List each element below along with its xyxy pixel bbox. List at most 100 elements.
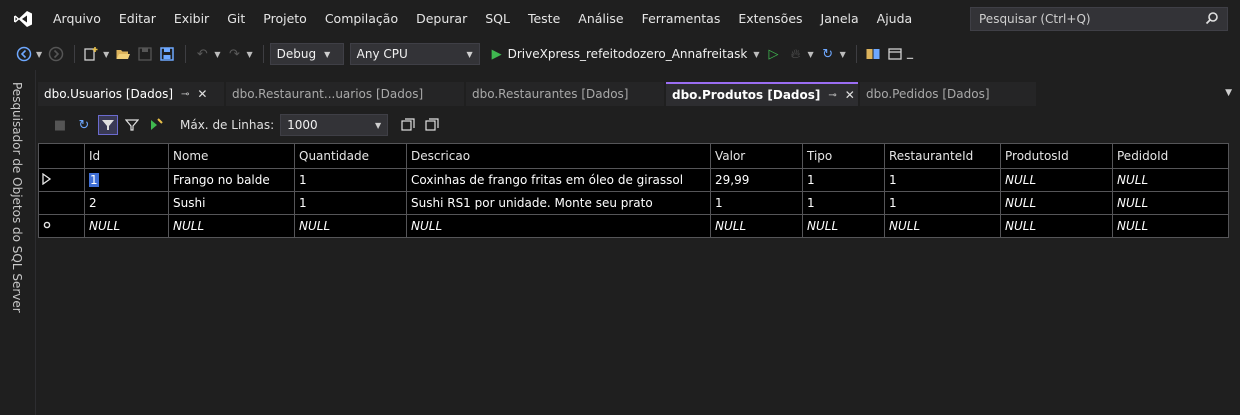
column-header[interactable]: ProdutosId <box>1000 143 1113 169</box>
current-row-arrow-icon[interactable] <box>38 168 85 192</box>
table-cell[interactable]: NULL <box>1000 168 1113 192</box>
table-cell[interactable]: NULL <box>884 214 1001 238</box>
menu-teste[interactable]: Teste <box>519 0 569 38</box>
column-header[interactable]: Quantidade <box>294 143 407 169</box>
open-file-icon[interactable] <box>113 44 133 64</box>
toolbar-separator <box>855 45 857 63</box>
tab-pedidos[interactable]: dbo.Pedidos [Dados] <box>860 82 1036 106</box>
menu-compilacao[interactable]: Compilação <box>316 0 407 38</box>
visual-studio-logo-icon[interactable] <box>12 8 34 30</box>
menu-exibir[interactable]: Exibir <box>165 0 218 38</box>
new-row-star-icon[interactable] <box>38 214 85 238</box>
pin-icon[interactable]: ⊸ <box>181 89 189 100</box>
menu-ajuda[interactable]: Ajuda <box>868 0 922 38</box>
table-cell[interactable]: 1 <box>294 191 407 215</box>
row-header-corner[interactable] <box>38 143 85 169</box>
table-cell[interactable]: 1 <box>802 191 885 215</box>
pane-icon[interactable] <box>398 115 418 135</box>
solution-explorer-icon[interactable] <box>863 44 883 64</box>
filter-active-icon[interactable] <box>98 115 118 135</box>
tab-restaurantes-usuarios[interactable]: dbo.Restaurant...uarios [Dados] <box>226 82 464 106</box>
table-cell[interactable]: NULL <box>406 214 711 238</box>
tab-restaurantes[interactable]: dbo.Restaurantes [Dados] <box>466 82 664 106</box>
menu-git[interactable]: Git <box>218 0 254 38</box>
row-header[interactable] <box>38 191 85 215</box>
solution-configuration-value: Debug <box>276 47 317 61</box>
tab-label: dbo.Restaurant...uarios [Dados] <box>232 87 424 101</box>
menu-arquivo[interactable]: Arquivo <box>44 0 110 38</box>
menu-analise[interactable]: Análise <box>569 0 632 38</box>
menu-ferramentas[interactable]: Ferramentas <box>633 0 730 38</box>
toolbar-overflow-icon[interactable]: ▁ <box>907 50 913 59</box>
sql-server-object-explorer-tab[interactable]: Pesquisador de Objetos do SQL Server <box>10 82 24 313</box>
menu-extensoes[interactable]: Extensões <box>729 0 811 38</box>
search-input[interactable]: Pesquisar (Ctrl+Q) <box>970 7 1228 31</box>
navigate-forward-icon <box>46 44 66 64</box>
max-rows-label: Máx. de Linhas: <box>180 118 275 132</box>
table-cell[interactable]: Sushi RS1 por unidade. Monte seu prato <box>406 191 711 215</box>
table-cell[interactable]: NULL <box>1112 191 1229 215</box>
menu-projeto[interactable]: Projeto <box>254 0 316 38</box>
navigate-back-dropdown-icon[interactable]: ▼ <box>36 50 42 59</box>
navigate-back-icon[interactable] <box>14 44 34 64</box>
table-cell[interactable]: 1 <box>294 168 407 192</box>
table-cell[interactable]: 1 <box>802 168 885 192</box>
play-icon: ▶ <box>491 46 502 62</box>
table-cell[interactable]: NULL <box>84 214 169 238</box>
table-cell[interactable]: Coxinhas de frango fritas em óleo de gir… <box>406 168 711 192</box>
column-header[interactable]: Tipo <box>802 143 885 169</box>
table-cell[interactable]: NULL <box>294 214 407 238</box>
menu-janela[interactable]: Janela <box>812 0 868 38</box>
pane-alt-icon[interactable] <box>422 115 442 135</box>
undo-icon: ↶ <box>196 46 208 62</box>
menu-sql[interactable]: SQL <box>476 0 519 38</box>
column-header[interactable]: PedidoId <box>1112 143 1229 169</box>
table-cell[interactable]: NULL <box>168 214 295 238</box>
window-layout-icon[interactable] <box>885 44 905 64</box>
refresh-dropdown-icon[interactable]: ▼ <box>840 50 846 59</box>
table-cell[interactable]: 1 <box>884 191 1001 215</box>
table-cell[interactable]: 1 <box>84 168 169 192</box>
close-icon[interactable]: ✕ <box>197 87 207 101</box>
new-project-dropdown-icon[interactable]: ▼ <box>103 50 109 59</box>
table-cell[interactable]: 29,99 <box>710 168 803 192</box>
new-row[interactable]: NULL NULL NULL NULL NULL NULL NULL NULL … <box>38 214 1229 238</box>
start-without-debugging-icon[interactable]: ▷ <box>764 44 784 64</box>
table-cell[interactable]: 1 <box>710 191 803 215</box>
table-cell[interactable]: NULL <box>1000 191 1113 215</box>
close-icon[interactable]: ✕ <box>845 88 855 102</box>
table-cell[interactable]: 2 <box>84 191 169 215</box>
save-all-icon[interactable] <box>157 44 177 64</box>
table-cell[interactable]: Frango no balde <box>168 168 295 192</box>
pin-icon[interactable]: ⊸ <box>828 90 836 101</box>
script-icon[interactable] <box>146 115 166 135</box>
column-header[interactable]: Descricao <box>406 143 711 169</box>
startup-project-dropdown-icon[interactable]: ▼ <box>753 50 759 59</box>
table-cell[interactable]: NULL <box>1000 214 1113 238</box>
new-project-icon[interactable] <box>81 44 101 64</box>
start-debugging-button[interactable]: ▶ DriveXpress_refeitodozero_Annafreitask… <box>492 47 764 62</box>
filter-icon[interactable] <box>122 115 142 135</box>
column-header[interactable]: Valor <box>710 143 803 169</box>
table-cell[interactable]: NULL <box>802 214 885 238</box>
table-cell[interactable]: NULL <box>1112 168 1229 192</box>
table-row[interactable]: 2 Sushi 1 Sushi RS1 por unidade. Monte s… <box>38 191 1229 215</box>
table-cell[interactable]: NULL <box>710 214 803 238</box>
solution-configuration-select[interactable]: Debug ▼ <box>269 43 344 65</box>
tab-produtos[interactable]: dbo.Produtos [Dados] ⊸ ✕ <box>666 82 858 106</box>
table-row[interactable]: 1 Frango no balde 1 Coxinhas de frango f… <box>38 168 1229 192</box>
refresh-icon[interactable]: ↻ <box>818 44 838 64</box>
tab-usuarios[interactable]: dbo.Usuarios [Dados] ⊸ ✕ <box>38 82 224 106</box>
column-header[interactable]: Id <box>84 143 169 169</box>
max-rows-select[interactable]: 1000 ▼ <box>280 114 389 136</box>
solution-platform-select[interactable]: Any CPU ▼ <box>349 43 480 65</box>
refresh-data-icon[interactable]: ↻ <box>74 115 94 135</box>
table-cell[interactable]: 1 <box>884 168 1001 192</box>
table-cell[interactable]: NULL <box>1112 214 1229 238</box>
column-header[interactable]: RestauranteId <box>884 143 1001 169</box>
table-cell[interactable]: Sushi <box>168 191 295 215</box>
menu-editar[interactable]: Editar <box>110 0 165 38</box>
menu-depurar[interactable]: Depurar <box>407 0 476 38</box>
column-header[interactable]: Nome <box>168 143 295 169</box>
tab-overflow-chevron-icon[interactable]: ▼ <box>1225 88 1232 98</box>
